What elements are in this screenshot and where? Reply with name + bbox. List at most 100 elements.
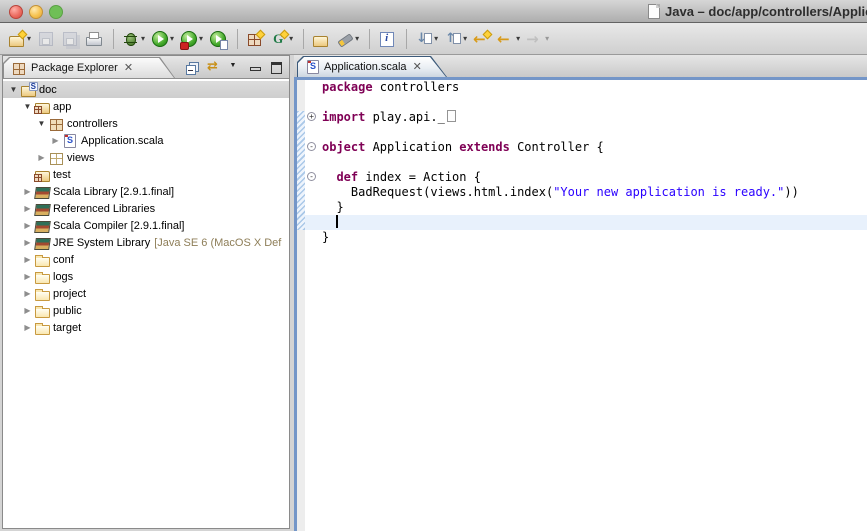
expander-closed-icon[interactable]: ▶	[21, 289, 34, 298]
link-with-editor-button[interactable]: ⇄	[202, 57, 223, 77]
tree-item-scala-compiler-2-9-1-final[interactable]: ▶Scala Compiler [2.9.1.final]	[3, 217, 289, 234]
expander-closed-icon[interactable]: ▶	[21, 238, 34, 247]
code-line-2[interactable]	[305, 95, 867, 110]
library-icon	[34, 218, 52, 234]
code-token: object	[322, 140, 365, 154]
maximize-button[interactable]	[265, 57, 286, 77]
expander-closed-icon[interactable]: ▶	[21, 323, 34, 332]
profile-button[interactable]: ▾	[178, 26, 205, 52]
document-proxy-icon[interactable]	[648, 4, 660, 19]
run-button[interactable]: ▾	[149, 26, 176, 52]
package-explorer-tab[interactable]: Package Explorer	[3, 57, 175, 78]
code-line-1[interactable]: package controllers	[305, 80, 867, 95]
code-line-9[interactable]: }	[305, 200, 867, 215]
tree-item-test[interactable]: test	[3, 166, 289, 183]
zoom-window-button[interactable]	[49, 5, 63, 19]
close-editor-icon[interactable]	[412, 60, 422, 73]
prev-annotation-icon	[444, 30, 462, 48]
editor-tab-application-scala[interactable]: Application.scala	[297, 56, 447, 77]
collapse-all-button[interactable]	[181, 57, 202, 77]
forward-button[interactable]: ▾	[524, 26, 551, 52]
fold-minus-icon[interactable]: -	[307, 142, 316, 151]
new-wizard-g-button[interactable]: ▾	[268, 26, 295, 52]
code-line-8[interactable]: BadRequest(views.html.index("Your new ap…	[305, 185, 867, 200]
expander-open-icon[interactable]: ▼	[35, 119, 48, 128]
tree-item-referenced-libraries[interactable]: ▶Referenced Libraries	[3, 200, 289, 217]
code-token: BadRequest(views.html.index(	[322, 185, 553, 199]
run-history-button[interactable]	[207, 26, 229, 52]
close-window-button[interactable]	[9, 5, 23, 19]
javadoc-button[interactable]	[376, 26, 398, 52]
last-edit-location-button[interactable]	[471, 26, 493, 52]
expander-closed-icon[interactable]: ▶	[21, 221, 34, 230]
close-view-icon[interactable]	[123, 61, 133, 74]
tree-item-conf[interactable]: ▶conf	[3, 251, 289, 268]
tree-item-scala-library-2-9-1-final[interactable]: ▶Scala Library [2.9.1.final]	[3, 183, 289, 200]
tree-item-app[interactable]: ▼app	[3, 98, 289, 115]
tree-item-jre-system-library[interactable]: ▶JRE System Library[Java SE 6 (MacOS X D…	[3, 234, 289, 251]
expander-closed-icon[interactable]: ▶	[49, 136, 62, 145]
tree-item-views[interactable]: ▶views	[3, 149, 289, 166]
tree-item-logs[interactable]: ▶logs	[3, 268, 289, 285]
fold-minus-icon[interactable]: -	[307, 172, 316, 181]
code-token: ))	[784, 185, 798, 199]
tree-item-public[interactable]: ▶public	[3, 302, 289, 319]
tree-item-label: target	[52, 322, 81, 334]
expander-open-icon[interactable]: ▼	[21, 102, 34, 111]
code-line-11[interactable]: }	[305, 230, 867, 245]
tree-item-doc[interactable]: ▼doc	[3, 81, 289, 98]
code-line-3[interactable]: +import play.api._	[305, 110, 867, 125]
minimize-button[interactable]	[244, 57, 265, 77]
code-lines[interactable]: package controllers+import play.api._-ob…	[305, 80, 867, 245]
package-explorer-icon	[11, 60, 26, 75]
code-token: extends	[459, 140, 510, 154]
library-icon	[34, 235, 52, 251]
dropdown-arrow-icon[interactable]: ▾	[545, 34, 549, 43]
dropdown-arrow-icon[interactable]: ▾	[355, 34, 359, 43]
dropdown-arrow-icon[interactable]: ▾	[516, 34, 520, 43]
expander-closed-icon[interactable]: ▶	[21, 187, 34, 196]
open-resource-button[interactable]	[310, 26, 332, 52]
dropdown-arrow-icon[interactable]: ▾	[170, 34, 174, 43]
expander-closed-icon[interactable]: ▶	[35, 153, 48, 162]
debug-button[interactable]: ▾	[120, 26, 147, 52]
editor-content[interactable]: package controllers+import play.api._-ob…	[294, 80, 867, 531]
dropdown-arrow-icon[interactable]: ▾	[27, 34, 31, 43]
expander-closed-icon[interactable]: ▶	[21, 255, 34, 264]
code-line-6[interactable]	[305, 155, 867, 170]
code-line-10[interactable]	[305, 215, 867, 230]
code-token: Application	[365, 140, 459, 154]
view-menu-button[interactable]	[223, 57, 244, 77]
code-line-5[interactable]: -object Application extends Controller {	[305, 140, 867, 155]
expander-open-icon[interactable]: ▼	[7, 85, 20, 94]
annotation-ruler[interactable]	[297, 80, 305, 531]
fold-plus-icon[interactable]: +	[307, 112, 316, 121]
tree-item-controllers[interactable]: ▼controllers	[3, 115, 289, 132]
dropdown-arrow-icon[interactable]: ▾	[463, 34, 467, 43]
print-button[interactable]	[83, 26, 105, 52]
expander-closed-icon[interactable]: ▶	[21, 272, 34, 281]
dropdown-arrow-icon[interactable]: ▾	[199, 34, 203, 43]
expander-closed-icon[interactable]: ▶	[21, 306, 34, 315]
run-icon	[151, 30, 169, 48]
code-line-7[interactable]: - def index = Action {	[305, 170, 867, 185]
next-annotation-button[interactable]: ▾	[413, 26, 440, 52]
dropdown-arrow-icon[interactable]: ▾	[141, 34, 145, 43]
save-all-button[interactable]	[59, 26, 81, 52]
tree-item-application-scala[interactable]: ▶Application.scala	[3, 132, 289, 149]
tree-item-target[interactable]: ▶ target	[3, 319, 289, 336]
search-button[interactable]: ▾	[334, 26, 361, 52]
previous-annotation-button[interactable]: ▾	[442, 26, 469, 52]
dropdown-arrow-icon[interactable]: ▾	[434, 34, 438, 43]
save-button[interactable]	[35, 26, 57, 52]
tree-item-project[interactable]: ▶project	[3, 285, 289, 302]
back-button[interactable]: ▾	[495, 26, 522, 52]
code-line-4[interactable]	[305, 125, 867, 140]
red-badge-icon	[180, 42, 189, 50]
new-wizard-button[interactable]: ▾	[6, 26, 33, 52]
dropdown-arrow-icon[interactable]: ▾	[289, 34, 293, 43]
expander-closed-icon[interactable]: ▶	[21, 204, 34, 213]
collapsed-region-icon[interactable]	[447, 110, 456, 122]
minimize-window-button[interactable]	[29, 5, 43, 19]
new-java-package-button[interactable]	[244, 26, 266, 52]
